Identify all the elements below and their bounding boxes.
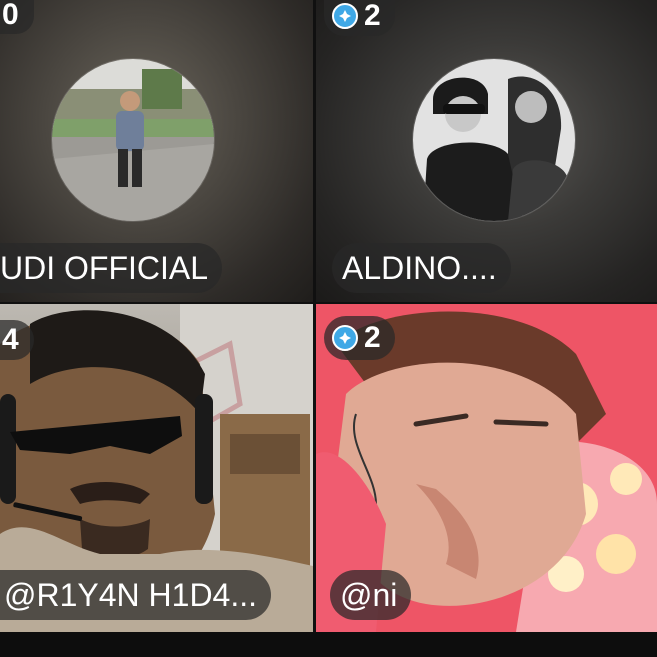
guest-grid: 0 UDI OFFICIAL 2 ALDINO.... 4 @R1Y4N H1D… (0, 0, 657, 632)
gift-count: 0 (2, 0, 19, 31)
gift-count: 4 (2, 323, 19, 356)
guest-tile[interactable]: 4 @R1Y4N H1D4... (0, 304, 313, 632)
guest-name: UDI OFFICIAL (0, 249, 209, 286)
guest-name-pill[interactable]: UDI OFFICIAL (0, 243, 223, 293)
guest-tile[interactable]: 0 UDI OFFICIAL (0, 0, 313, 302)
gift-count: 2 (364, 0, 381, 32)
bottom-bar (0, 632, 657, 657)
gift-count: 2 (364, 321, 381, 354)
crown-icon (332, 3, 358, 29)
crown-icon (332, 325, 358, 351)
avatar-photo (413, 59, 575, 221)
gift-count-badge: 2 (324, 0, 395, 36)
avatar-photo (52, 59, 214, 221)
guest-name-pill[interactable]: ALDINO.... (332, 243, 511, 293)
guest-name-pill[interactable]: @ni (330, 570, 412, 620)
avatar[interactable] (412, 58, 576, 222)
guest-name: ALDINO.... (342, 249, 497, 286)
guest-tile[interactable]: 2 ALDINO.... (316, 0, 657, 302)
guest-name-pill[interactable]: @R1Y4N H1D4... (0, 570, 272, 620)
guest-name: @ni (340, 576, 398, 613)
gift-count-badge: 2 (324, 316, 395, 360)
gift-count-badge: 0 (0, 0, 34, 34)
avatar[interactable] (51, 58, 215, 222)
guest-tile[interactable]: 2 @ni (316, 304, 657, 632)
guest-name: @R1Y4N H1D4... (4, 576, 258, 613)
